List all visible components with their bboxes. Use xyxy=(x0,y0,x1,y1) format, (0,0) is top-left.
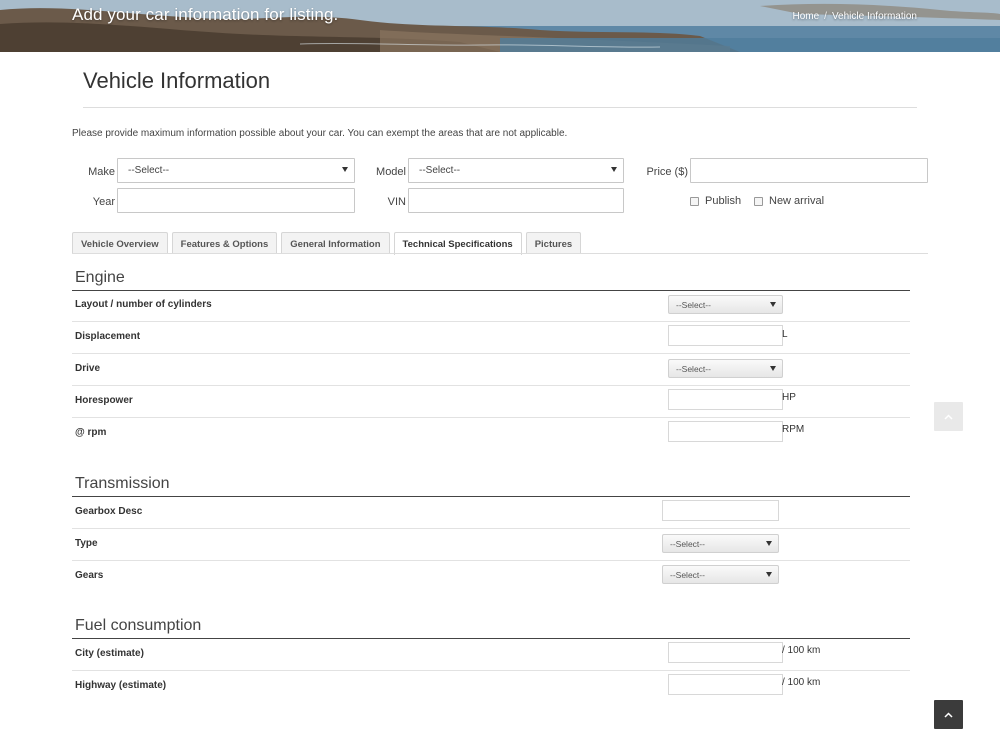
price-input[interactable] xyxy=(690,158,928,183)
row-divider xyxy=(72,417,910,418)
engine-section-rule xyxy=(72,290,910,291)
page-title: Vehicle Information xyxy=(83,68,271,93)
breadcrumb-current: Vehicle Information xyxy=(831,11,917,22)
fuel-section-title: Fuel consumption xyxy=(75,617,202,634)
publish-label: Publish xyxy=(705,195,742,207)
tab-vehicle-overview[interactable]: Vehicle Overview xyxy=(72,232,168,254)
row-divider xyxy=(72,321,910,322)
breadcrumb-home-link[interactable]: Home xyxy=(792,11,819,22)
transmission-type-label: Type xyxy=(75,538,98,549)
caret-down-icon xyxy=(766,572,772,577)
tabs-baseline xyxy=(72,253,928,254)
row-divider xyxy=(72,670,910,671)
highway-estimate-label: Highway (estimate) xyxy=(75,680,167,691)
caret-down-icon xyxy=(770,302,776,307)
new-arrival-label: New arrival xyxy=(769,195,825,207)
transmission-section-rule xyxy=(72,496,910,497)
row-divider xyxy=(72,353,910,354)
title-divider xyxy=(83,107,917,108)
scroll-top-button-light[interactable] xyxy=(934,402,963,431)
rpm-unit: RPM xyxy=(782,424,805,435)
row-divider xyxy=(72,528,910,529)
caret-down-icon xyxy=(611,167,617,172)
displacement-label: Displacement xyxy=(75,331,141,342)
tab-pictures[interactable]: Pictures xyxy=(525,232,582,254)
gearbox-desc-input[interactable] xyxy=(662,500,779,521)
city-estimate-input[interactable] xyxy=(668,642,783,663)
caret-down-icon xyxy=(342,167,348,172)
year-label: Year xyxy=(92,196,115,208)
breadcrumb: Home / Vehicle Information xyxy=(792,11,917,22)
displacement-unit: L xyxy=(782,329,788,340)
checkbox-box[interactable] xyxy=(754,196,763,206)
city-estimate-label: City (estimate) xyxy=(75,648,144,659)
model-select[interactable]: --Select-- xyxy=(408,158,624,183)
transmission-type-select[interactable]: --Select-- xyxy=(662,534,779,553)
transmission-type-value: --Select-- xyxy=(670,539,705,549)
drive-select[interactable]: --Select-- xyxy=(668,359,783,378)
price-label: Price ($) xyxy=(646,166,688,178)
gearbox-desc-label: Gearbox Desc xyxy=(75,506,143,517)
highway-estimate-input[interactable] xyxy=(668,674,783,695)
drive-select-value: --Select-- xyxy=(676,364,711,374)
drive-label: Drive xyxy=(75,363,101,374)
make-select-value: --Select-- xyxy=(128,165,170,176)
city-estimate-unit: / 100 km xyxy=(782,645,821,656)
chevron-up-icon xyxy=(944,413,953,420)
layout-cylinders-select[interactable]: --Select-- xyxy=(668,295,783,314)
tab-features-options[interactable]: Features & Options xyxy=(171,232,278,254)
vin-input[interactable] xyxy=(408,188,624,213)
transmission-section-title: Transmission xyxy=(75,475,170,492)
horsepower-input[interactable] xyxy=(668,389,783,410)
make-label: Make xyxy=(88,166,115,178)
header-banner: Add your car information for listing. Ho… xyxy=(0,0,1000,52)
displacement-input[interactable] xyxy=(668,325,783,346)
breadcrumb-separator: / xyxy=(824,11,827,22)
gears-label: Gears xyxy=(75,570,104,581)
rpm-input[interactable] xyxy=(668,421,783,442)
caret-down-icon xyxy=(766,541,772,546)
layout-cylinders-value: --Select-- xyxy=(676,300,711,310)
gears-select-value: --Select-- xyxy=(670,570,705,580)
caret-down-icon xyxy=(770,366,776,371)
layout-cylinders-label: Layout / number of cylinders xyxy=(75,299,212,310)
fuel-section-rule xyxy=(72,638,910,639)
row-divider xyxy=(72,385,910,386)
rpm-label: @ rpm xyxy=(75,427,107,438)
horsepower-label: Horespower xyxy=(75,395,133,406)
chevron-up-icon xyxy=(944,711,953,718)
model-label: Model xyxy=(376,166,406,178)
banner-title: Add your car information for listing. xyxy=(72,5,339,24)
horsepower-unit: HP xyxy=(782,392,796,403)
model-select-value: --Select-- xyxy=(419,165,461,176)
tab-general-information[interactable]: General Information xyxy=(281,232,390,254)
tab-technical-specifications[interactable]: Technical Specifications xyxy=(393,232,522,255)
scroll-top-button[interactable] xyxy=(934,700,963,729)
spec-tabs: Vehicle Overview Features & Options Gene… xyxy=(72,232,585,255)
year-input[interactable] xyxy=(117,188,355,213)
row-divider xyxy=(72,560,910,561)
make-select[interactable]: --Select-- xyxy=(117,158,355,183)
new-arrival-checkbox[interactable]: New arrival xyxy=(754,195,824,207)
highway-estimate-unit: / 100 km xyxy=(782,677,821,688)
vin-label: VIN xyxy=(387,196,406,208)
checkbox-box[interactable] xyxy=(690,196,699,206)
engine-section-title: Engine xyxy=(75,269,125,286)
intro-text: Please provide maximum information possi… xyxy=(72,128,568,139)
publish-checkbox[interactable]: Publish xyxy=(690,195,741,207)
gears-select[interactable]: --Select-- xyxy=(662,565,779,584)
